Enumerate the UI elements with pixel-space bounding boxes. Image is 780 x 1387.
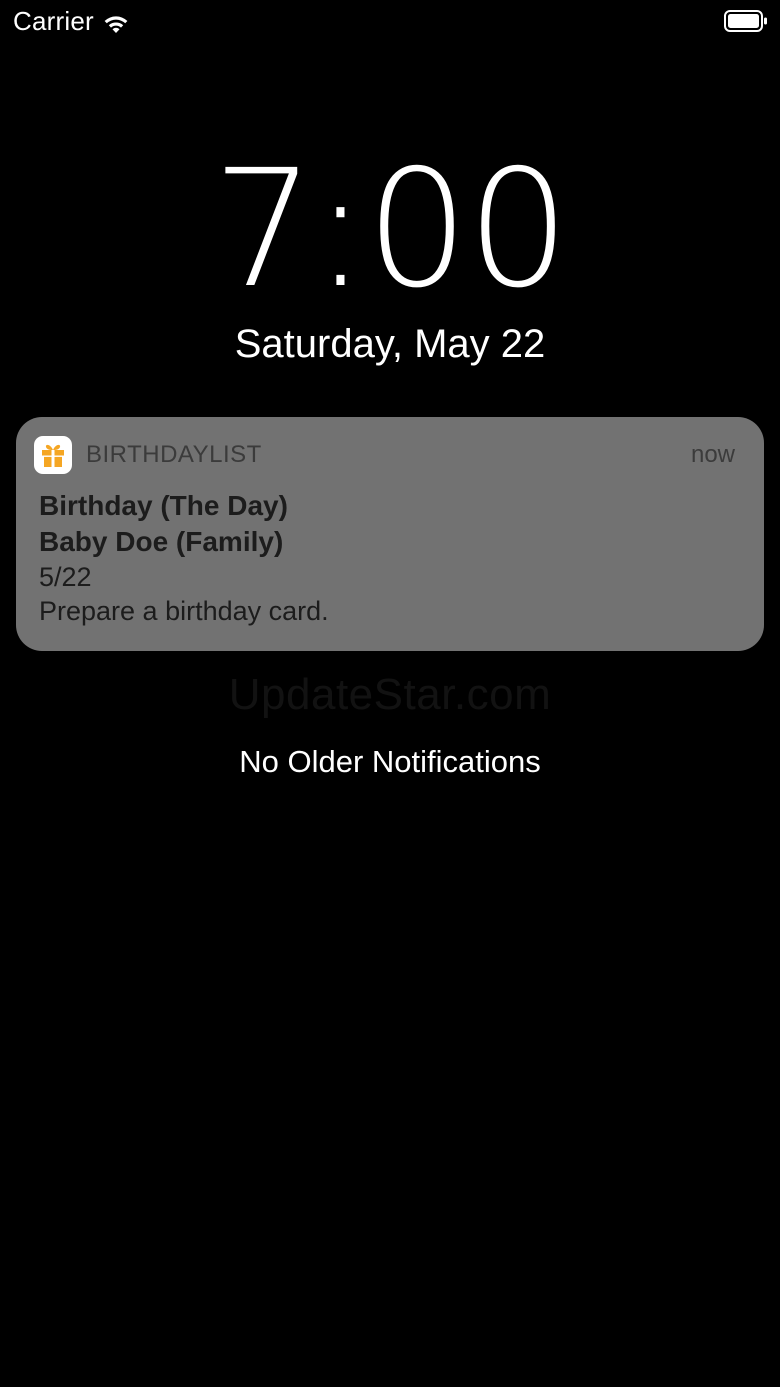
lock-screen-date: Saturday, May 22 [234, 322, 546, 366]
wifi-icon [102, 11, 130, 33]
notification-date: 5/22 [39, 562, 92, 592]
notification-app-name: BIRTHDAYLIST [86, 441, 262, 468]
lock-screen-time: 7:00 [212, 136, 570, 324]
no-older-notifications-label: No Older Notifications [239, 744, 541, 779]
notification-time: now [690, 441, 735, 468]
notification-title: Birthday (The Day) [39, 490, 288, 521]
battery-icon [724, 10, 768, 32]
notification-body: Prepare a birthday card. [39, 596, 329, 626]
status-bar: Carrier [0, 0, 780, 44]
gift-icon [34, 436, 72, 474]
carrier-indicator: Carrier [13, 6, 130, 37]
carrier-label: Carrier [13, 6, 94, 36]
notification-card[interactable]: BIRTHDAYLIST now Birthday (The Day) Baby… [16, 417, 764, 651]
notification-subtitle: Baby Doe (Family) [39, 526, 284, 557]
watermark: UpdateStar.com [228, 670, 552, 719]
